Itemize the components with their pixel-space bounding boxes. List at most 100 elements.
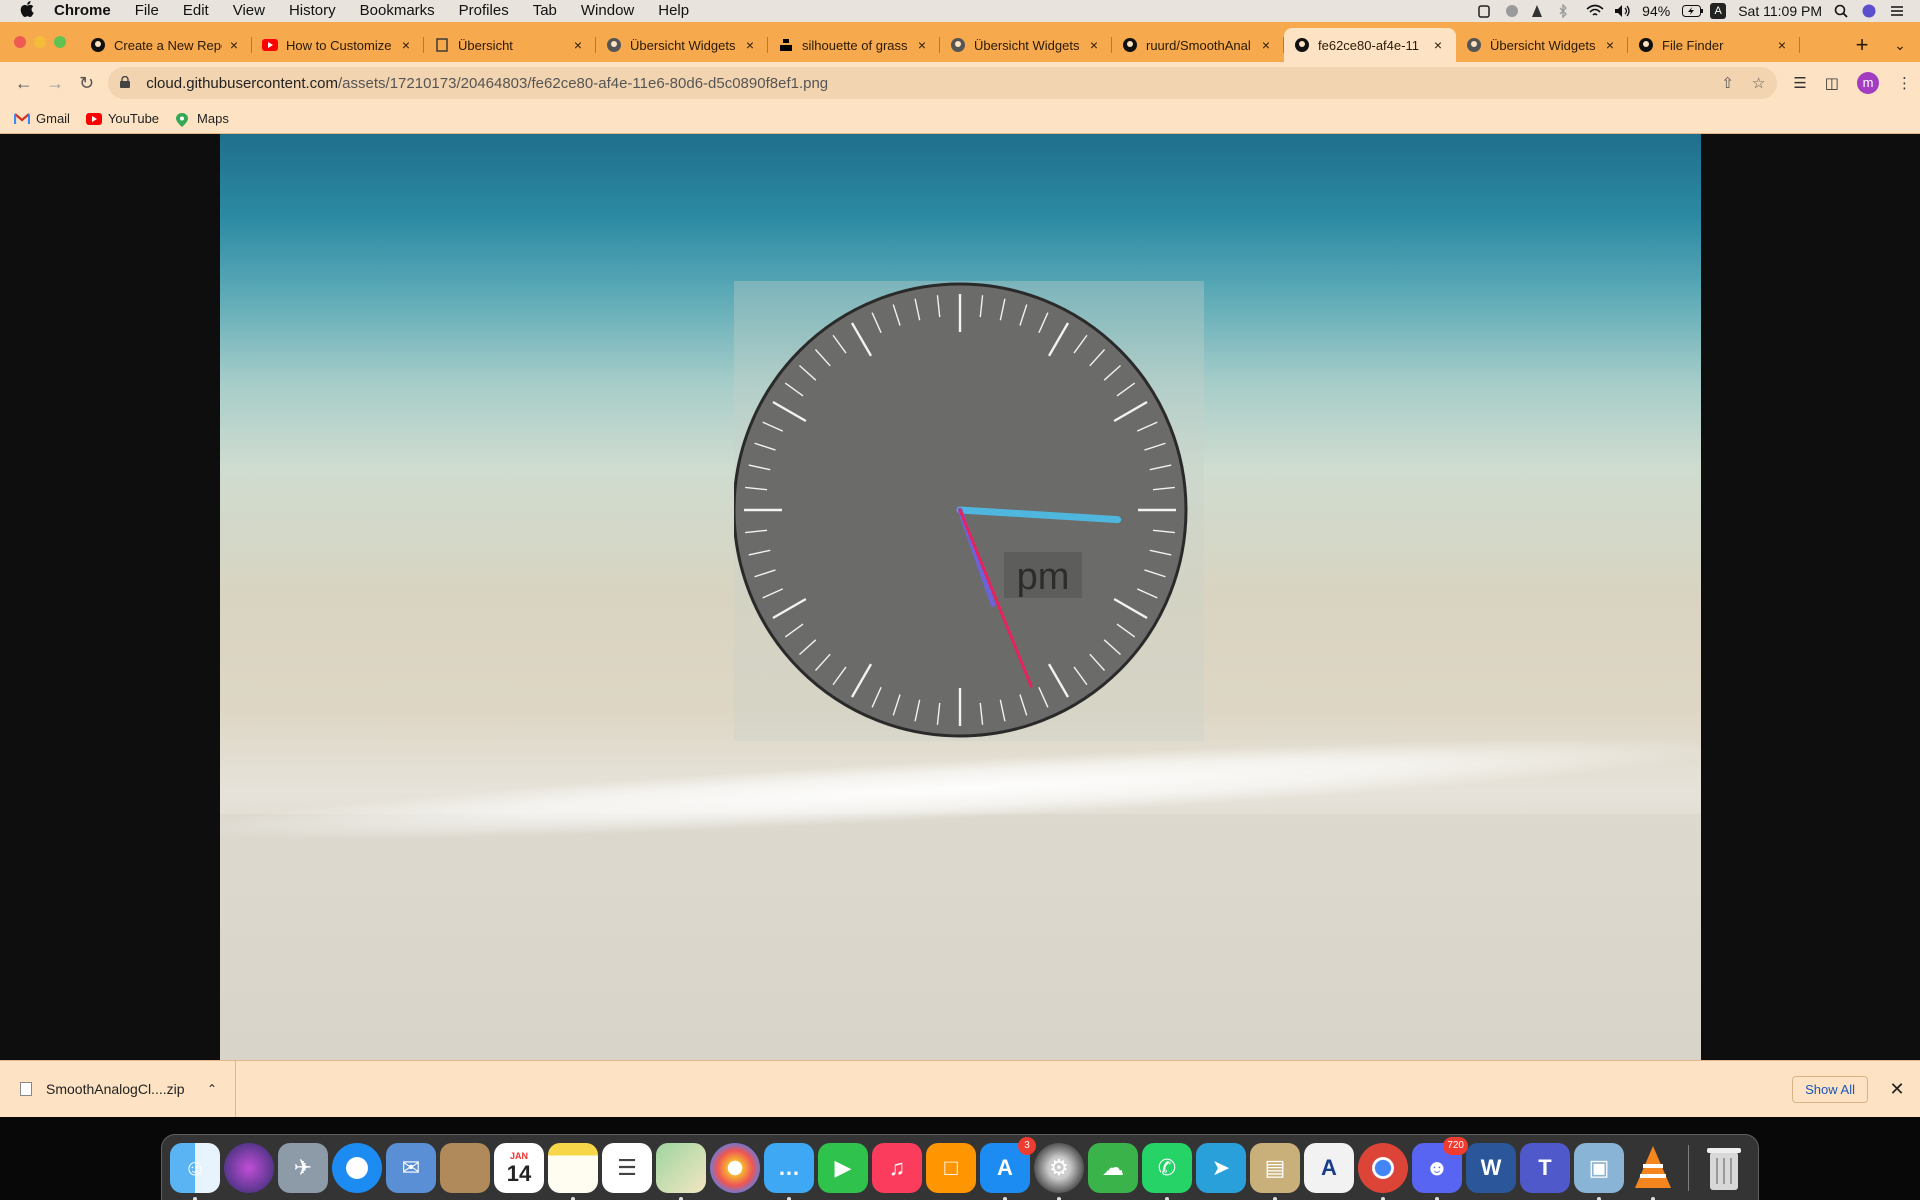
wifi-icon[interactable] — [1586, 4, 1604, 18]
discord-icon[interactable]: ☻ 720 — [1412, 1136, 1468, 1200]
tab-close-icon[interactable]: × — [742, 37, 758, 53]
menu-profiles[interactable]: Profiles — [447, 0, 521, 22]
vlc-menu-icon[interactable] — [1530, 4, 1546, 18]
side-panel-icon[interactable]: ◫ — [1825, 74, 1839, 92]
app-store-badge: 3 — [1018, 1136, 1036, 1155]
maps-icon[interactable] — [656, 1142, 706, 1200]
tab-close-icon[interactable]: × — [1774, 37, 1790, 53]
tab-6[interactable]: ruurd/SmoothAnal × — [1112, 28, 1284, 62]
close-window-button[interactable] — [14, 36, 26, 48]
tab-5[interactable]: Übersicht Widgets × — [940, 28, 1112, 62]
record-icon[interactable] — [1506, 5, 1519, 17]
tab-9[interactable]: File Finder × — [1628, 28, 1800, 62]
tab-close-icon[interactable]: × — [1602, 37, 1618, 53]
whatsapp-icon[interactable]: ✆ — [1142, 1142, 1192, 1200]
bookmark-gmail[interactable]: Gmail — [13, 111, 70, 126]
apple-menu-icon[interactable] — [0, 0, 54, 22]
volume-icon[interactable] — [1614, 4, 1630, 18]
preview-icon[interactable]: ▣ — [1574, 1142, 1624, 1200]
tab-close-icon[interactable]: × — [1086, 37, 1102, 53]
tab-1[interactable]: How to Customize × — [252, 28, 424, 62]
battery-icon[interactable] — [1682, 4, 1704, 18]
close-download-shelf-icon[interactable]: ✕ — [1882, 1079, 1912, 1100]
menu-help[interactable]: Help — [646, 0, 701, 22]
profile-avatar[interactable]: m — [1856, 72, 1879, 94]
clipboard-icon[interactable] — [1478, 4, 1494, 18]
minimize-window-button[interactable] — [34, 36, 46, 48]
system-preferences-icon[interactable]: ⚙ — [1034, 1142, 1084, 1200]
word-icon[interactable]: W — [1466, 1142, 1516, 1193]
bluetooth-icon[interactable] — [1558, 3, 1574, 19]
new-tab-button[interactable]: + — [1844, 28, 1880, 62]
chrome-icon[interactable] — [1358, 1142, 1408, 1200]
tab-close-icon[interactable]: × — [914, 37, 930, 53]
url-path: /assets/17210173/20464803/fe62ce80-af4e-… — [338, 74, 829, 92]
launchpad-icon[interactable]: ✈ — [278, 1142, 328, 1193]
photos-icon[interactable] — [710, 1142, 760, 1193]
finder-icon[interactable]: ☺ — [170, 1142, 220, 1200]
calendar-icon[interactable]: JAN 14 — [494, 1142, 544, 1193]
show-all-button[interactable]: Show All — [1792, 1075, 1868, 1103]
font-app-icon[interactable]: A — [1304, 1142, 1354, 1193]
tab-7[interactable]: fe62ce80-af4e-11 × — [1284, 28, 1456, 62]
spotlight-search-icon[interactable] — [1834, 4, 1850, 18]
telegram-icon[interactable]: ➤ — [1196, 1142, 1246, 1193]
menu-tab[interactable]: Tab — [521, 0, 569, 22]
vlc-icon[interactable] — [1628, 1143, 1678, 1200]
menu-window[interactable]: Window — [569, 0, 646, 22]
messages-icon[interactable]: … — [764, 1142, 814, 1200]
forward-button[interactable]: → — [39, 67, 70, 99]
menubar-clock[interactable]: Sat 11:09 PM — [1738, 3, 1822, 19]
download-item[interactable]: SmoothAnalogCl....zip ⌃ — [0, 1061, 236, 1117]
zoom-window-button[interactable] — [54, 36, 66, 48]
trash-icon[interactable] — [1699, 1143, 1749, 1193]
dock: ☺ ✈ ✉ JAN 14 ☰ … ▶ ♫ □ A 3 ⚙ ☁ ✆ ➤ ▤ A ☻ 720 W T ▣ — [161, 1134, 1759, 1200]
tab-3[interactable]: Übersicht Widgets × — [596, 28, 768, 62]
bookmark-maps[interactable]: Maps — [175, 111, 229, 127]
menu-file[interactable]: File — [123, 0, 171, 22]
menu-history[interactable]: History — [277, 0, 348, 22]
share-icon[interactable]: ⇧ — [1721, 74, 1734, 92]
menu-app-name[interactable]: Chrome — [54, 0, 123, 22]
contacts-icon[interactable] — [440, 1142, 490, 1193]
reading-list-icon[interactable]: ☰ — [1793, 74, 1806, 92]
tab-8[interactable]: Übersicht Widgets × — [1456, 28, 1628, 62]
running-indicator — [1165, 1196, 1169, 1200]
notes-icon[interactable] — [548, 1142, 598, 1200]
tab-close-icon[interactable]: × — [570, 37, 586, 53]
tab-close-icon[interactable]: × — [1258, 37, 1274, 53]
safari-icon[interactable] — [332, 1142, 382, 1193]
siri-icon[interactable] — [224, 1142, 274, 1193]
siri-menu-icon[interactable] — [1862, 4, 1878, 18]
menu-bookmarks[interactable]: Bookmarks — [348, 0, 447, 22]
reminders-icon[interactable]: ☰ — [602, 1142, 652, 1193]
app-store-icon[interactable]: A3 — [980, 1136, 1036, 1200]
browser-toolbar: ← → ↻ cloud.githubusercontent.com/assets… — [0, 62, 1920, 104]
back-button[interactable]: ← — [8, 67, 39, 99]
reload-button[interactable]: ↻ — [71, 67, 102, 99]
mail-icon[interactable]: ✉ — [386, 1142, 436, 1193]
books-icon[interactable]: □ — [926, 1142, 976, 1193]
chevron-up-icon[interactable]: ⌃ — [207, 1082, 217, 1096]
menu-edit[interactable]: Edit — [171, 0, 221, 22]
archive-icon[interactable]: ▤ — [1250, 1142, 1300, 1200]
tab-4[interactable]: silhouette of grass × — [768, 28, 940, 62]
music-icon[interactable]: ♫ — [872, 1142, 922, 1193]
facetime-icon[interactable]: ▶ — [818, 1142, 868, 1193]
tab-2[interactable]: Übersicht × — [424, 28, 596, 62]
lock-icon[interactable] — [120, 75, 134, 91]
cloud-app-icon[interactable]: ☁ — [1088, 1142, 1138, 1193]
teams-icon[interactable]: T — [1520, 1142, 1570, 1193]
input-source-icon[interactable]: A — [1710, 3, 1727, 19]
tab-close-icon[interactable]: × — [398, 37, 414, 53]
address-bar[interactable]: cloud.githubusercontent.com/assets/17210… — [108, 67, 1778, 99]
more-menu-icon[interactable]: ⋮ — [1897, 74, 1912, 92]
tab-0[interactable]: Create a New Repo × — [80, 28, 252, 62]
tab-search-chevron-icon[interactable]: ⌄ — [1880, 28, 1920, 62]
tab-close-icon[interactable]: × — [226, 37, 242, 53]
bookmark-youtube[interactable]: YouTube — [85, 111, 159, 126]
menu-view[interactable]: View — [221, 0, 277, 22]
control-center-icon[interactable] — [1890, 4, 1906, 18]
tab-close-icon[interactable]: × — [1430, 37, 1446, 53]
bookmark-star-icon[interactable]: ☆ — [1752, 74, 1765, 92]
